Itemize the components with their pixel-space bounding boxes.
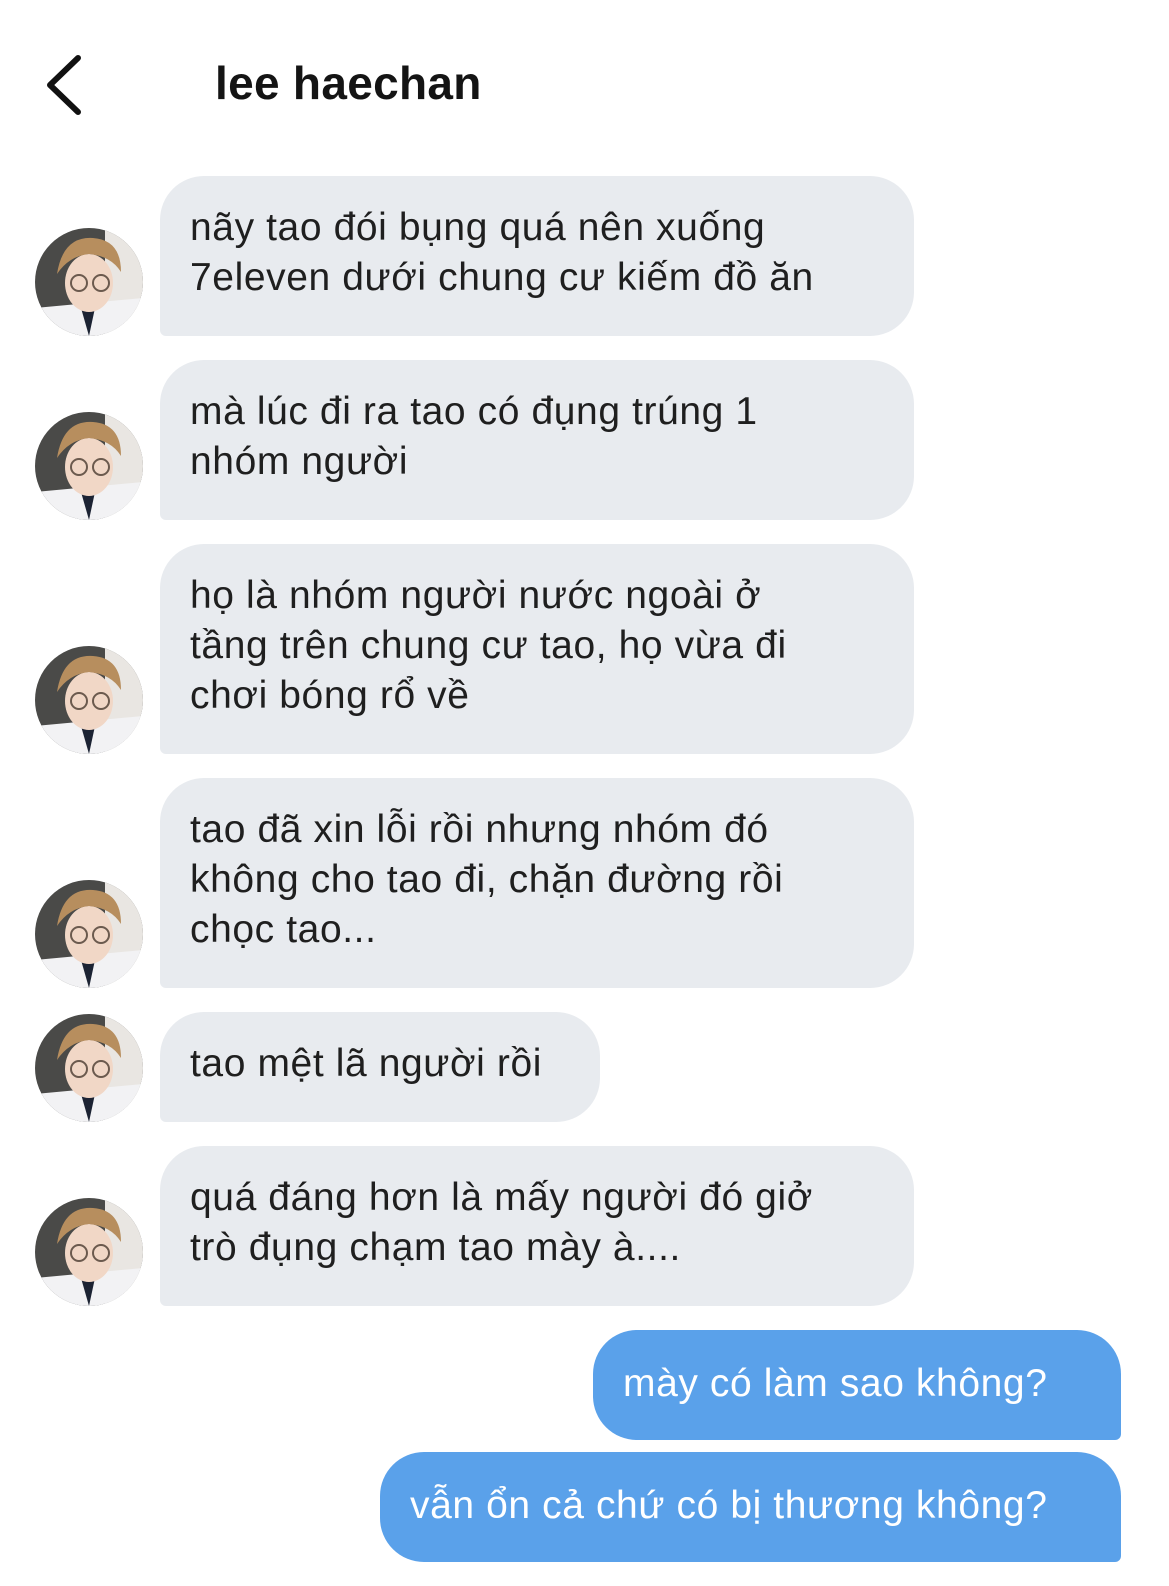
avatar[interactable] <box>35 646 143 754</box>
message-line: tao đã xin lỗi rồi nhưng nhóm đó <box>190 808 769 851</box>
avatar[interactable] <box>35 1198 143 1306</box>
message-line: tao mệt lã người rồi <box>190 1042 542 1085</box>
message-line: không cho tao đi, chặn đường rồi <box>190 858 784 901</box>
message-line: quá đáng hơn là mấy người đó giở <box>190 1176 813 1219</box>
message-line: trò đụng chạm tao mày à.... <box>190 1226 681 1269</box>
message-line: mà lúc đi ra tao có đụng trúng 1 <box>190 390 758 433</box>
chevron-left-icon <box>47 55 81 115</box>
message-bubble-incoming[interactable]: tao đã xin lỗi rồi nhưng nhóm đó không c… <box>160 778 914 988</box>
avatar[interactable] <box>35 880 143 988</box>
message-line: họ là nhóm người nước ngoài ở <box>190 574 762 617</box>
message-line: nãy tao đói bụng quá nên xuống <box>190 206 766 249</box>
message-line: chọc tao... <box>190 908 377 951</box>
avatar[interactable] <box>35 228 143 336</box>
message-line: 7eleven dưới chung cư kiếm đồ ăn <box>190 256 814 299</box>
message-line: mày có làm sao không? <box>623 1362 1048 1405</box>
message-bubble-outgoing[interactable]: mày có làm sao không? <box>593 1330 1121 1440</box>
message-bubble-incoming[interactable]: nãy tao đói bụng quá nên xuống 7eleven d… <box>160 176 914 336</box>
message-bubble-incoming[interactable]: quá đáng hơn là mấy người đó giở trò đụn… <box>160 1146 914 1306</box>
message-line: chơi bóng rổ về <box>190 674 470 717</box>
message-line: vẫn ổn cả chứ có bị thương không? <box>410 1484 1048 1527</box>
message-bubble-outgoing[interactable]: vẫn ổn cả chứ có bị thương không? <box>380 1452 1121 1562</box>
message-line: nhóm người <box>190 440 409 483</box>
avatar[interactable] <box>35 1014 143 1122</box>
avatar[interactable] <box>35 412 143 520</box>
message-bubble-incoming[interactable]: mà lúc đi ra tao có đụng trúng 1 nhóm ng… <box>160 360 914 520</box>
back-button[interactable] <box>38 50 98 120</box>
message-line: tầng trên chung cư tao, họ vừa đi <box>190 624 787 667</box>
chat-title: lee haechan <box>215 57 482 109</box>
message-bubble-incoming[interactable]: tao mệt lã người rồi <box>160 1012 600 1122</box>
message-bubble-incoming[interactable]: họ là nhóm người nước ngoài ở tầng trên … <box>160 544 914 754</box>
chat-header: lee haechan <box>0 0 1169 150</box>
